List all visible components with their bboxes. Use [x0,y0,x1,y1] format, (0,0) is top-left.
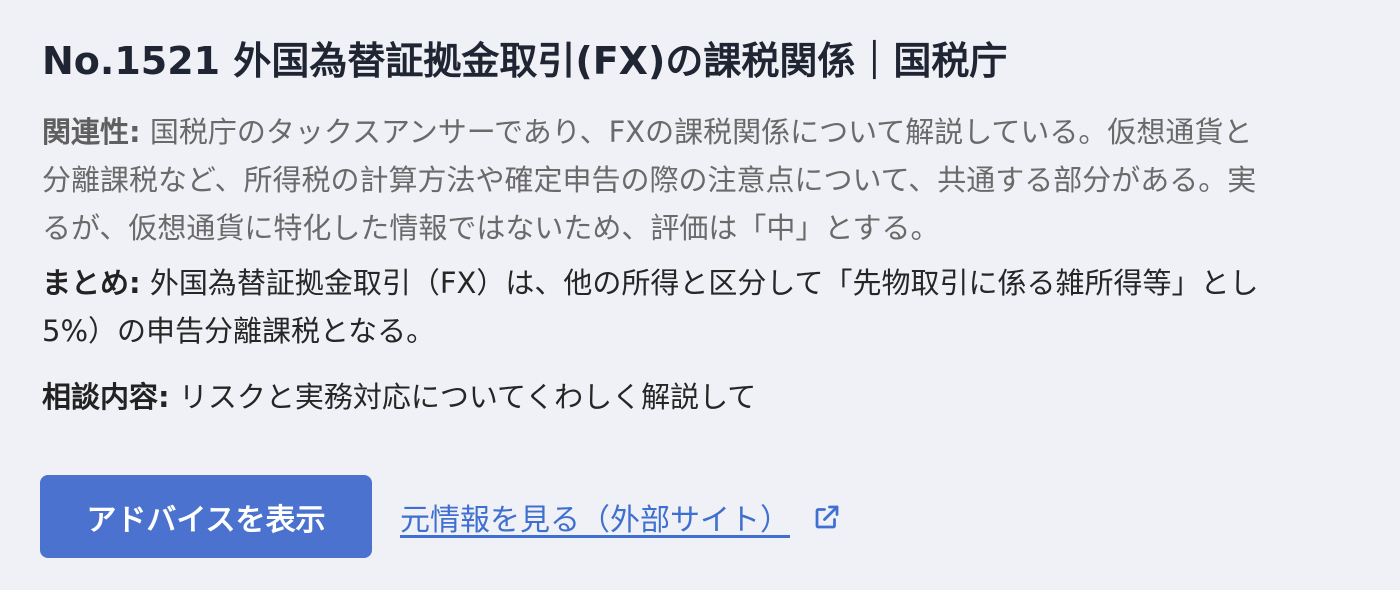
consult-section: 相談内容: リスクと実務対応についてくわしく解説して [42,373,1400,421]
summary-line-1: 外国為替証拠金取引（FX）は、他の所得と区分して「先物取引に係る雑所得等」とし [140,266,1259,300]
summary-section: まとめ: 外国為替証拠金取引（FX）は、他の所得と区分して「先物取引に係る雑所得… [42,259,1400,355]
relevance-label: 関連性: [42,115,141,149]
result-title: No.1521 外国為替証拠金取引(FX)の課税関係｜国税庁 [42,39,1008,83]
external-link-icon [815,505,839,528]
actions-row: アドバイスを表示 元情報を見る（外部サイト） [40,475,842,558]
consult-label: 相談内容: [42,380,170,414]
relevance-section: 関連性: 国税庁のタックスアンサーであり、FXの課税関係について解説している。仮… [42,108,1400,252]
search-result-card: No.1521 外国為替証拠金取引(FX)の課税関係｜国税庁 関連性: 国税庁の… [0,0,1400,590]
relevance-line-1: 国税庁のタックスアンサーであり、FXの課税関係について解説している。仮想通貨と [140,115,1253,149]
summary-label: まとめ: [42,266,141,300]
relevance-line-2: 分離課税など、所得税の計算方法や確定申告の際の注意点について、共通する部分がある… [42,163,1257,197]
external-source-link[interactable]: 元情報を見る（外部サイト） [400,495,842,539]
show-advice-button[interactable]: アドバイスを表示 [40,475,372,558]
relevance-line-3: るが、仮想通貨に特化した情報ではないため、評価は「中」とする。 [42,211,940,245]
summary-line-2: 5%）の申告分離課税となる。 [42,314,436,348]
external-source-link-label: 元情報を見る（外部サイト） [400,502,790,538]
consult-text: リスクと実務対応についてくわしく解説して [169,380,757,414]
